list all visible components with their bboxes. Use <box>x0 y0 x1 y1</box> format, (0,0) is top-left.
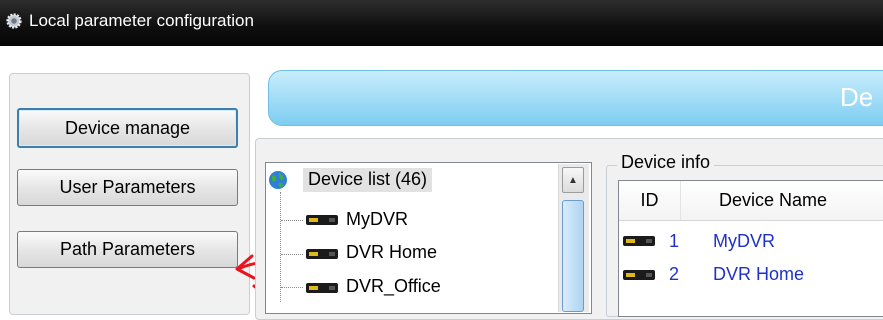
scroll-up-icon[interactable]: ▲ <box>562 167 584 193</box>
dvr-device-icon <box>306 283 338 293</box>
banner-title: De <box>840 82 874 112</box>
window-title: Local parameter configuration <box>29 11 254 30</box>
column-header-id[interactable]: ID <box>619 181 681 221</box>
gear-icon <box>6 13 22 29</box>
device-list-root[interactable]: Device list (46) <box>303 168 433 192</box>
device-info-title: Device info <box>617 152 715 173</box>
tree-connector <box>281 220 303 221</box>
table-cell-device-name[interactable]: DVR Home <box>713 264 804 285</box>
table-cell-id[interactable]: 2 <box>669 264 679 285</box>
tree-connector <box>281 254 303 255</box>
dvr-device-icon <box>306 249 338 259</box>
column-header-device-name[interactable]: Device Name <box>681 181 883 221</box>
tree-item-mydvr[interactable]: MyDVR <box>346 209 408 230</box>
tree-item-dvr-home[interactable]: DVR Home <box>346 242 437 263</box>
tree-item-dvr-office[interactable]: DVR_Office <box>346 276 441 297</box>
dvr-device-icon <box>623 270 655 280</box>
tree-connector <box>280 192 281 302</box>
device-manage-button[interactable]: Device manage <box>17 108 238 148</box>
scrollbar-thumb[interactable] <box>562 200 584 312</box>
user-parameters-button[interactable]: User Parameters <box>17 169 238 206</box>
globe-icon <box>269 171 287 189</box>
table-cell-id[interactable]: 1 <box>669 231 679 252</box>
header-banner <box>268 70 883 126</box>
path-parameters-button[interactable]: Path Parameters <box>17 231 238 268</box>
dvr-device-icon <box>306 215 338 225</box>
dvr-device-icon <box>623 236 655 246</box>
tree-connector <box>281 287 303 288</box>
table-cell-device-name[interactable]: MyDVR <box>713 231 775 252</box>
